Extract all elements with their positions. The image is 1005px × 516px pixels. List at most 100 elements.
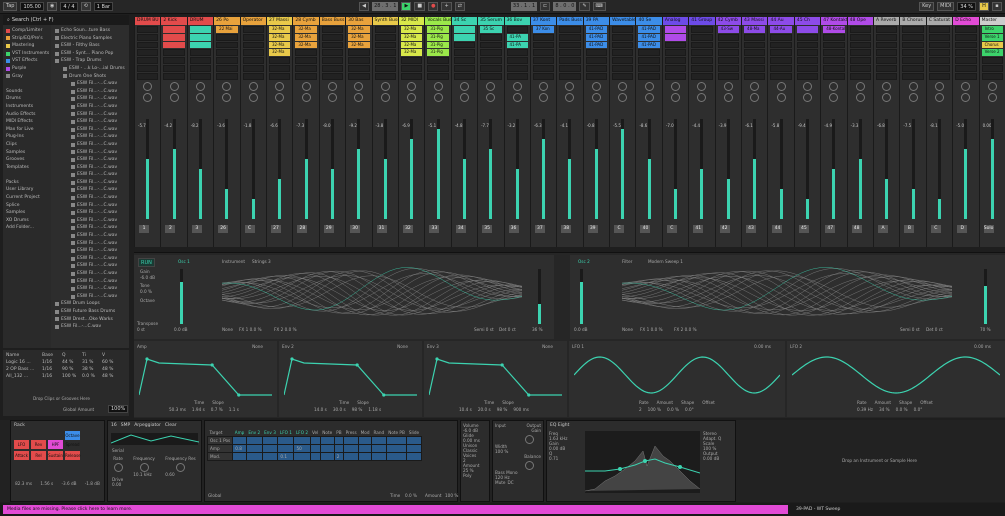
transpose-value[interactable]: 0 st [137,327,145,332]
send-knob[interactable] [248,81,258,91]
matrix-cell[interactable] [261,436,279,445]
clip-slot-empty[interactable] [717,64,740,72]
quantize-field[interactable]: 1 Bar [93,2,114,11]
arp-freq-value[interactable]: 10.1 kHz [133,472,155,477]
matrix-cell[interactable]: 50 [293,444,311,453]
browser-place-item[interactable]: Samples [3,149,51,157]
track-volume-value[interactable]: -6.8 [877,123,885,128]
track-volume-value[interactable]: -0.8 [587,123,595,128]
clip-slot-filled[interactable]: 31-Pig [427,49,449,57]
clip-slot-empty[interactable] [638,64,660,72]
browser-place-item[interactable]: Audio Effects [3,111,51,119]
send-knob[interactable] [512,81,522,91]
browser-place-item[interactable]: Add Folder... [3,224,51,232]
clip-slot-empty[interactable] [321,72,344,80]
send-knob[interactable] [275,92,285,102]
clip-slot-filled[interactable]: 48-Kontakt [823,26,845,33]
clip-slot-empty[interactable] [400,57,423,64]
matrix-cell[interactable] [319,452,335,461]
clip-slot-empty[interactable] [612,72,634,80]
clip-slot-empty[interactable] [717,57,740,64]
osc1-category[interactable]: Instrument [222,259,245,264]
clip-slot-empty[interactable] [163,72,185,80]
send-knob[interactable] [935,92,944,102]
osc1-detune[interactable]: Det 0 ct [499,327,516,332]
send-knob[interactable] [354,92,364,102]
browser-file-item[interactable]: ESW Fil...-...C.wav [51,270,129,278]
send-knob[interactable] [301,81,311,91]
send-knob[interactable] [591,81,601,91]
clip-slot-empty[interactable] [796,33,819,41]
matrix-cell[interactable] [293,436,311,445]
track-header[interactable]: 27 Massi [266,17,293,25]
track-activator-button[interactable]: 2 [165,225,176,233]
browser-place-item[interactable] [3,80,51,88]
time-signature-field[interactable]: 4 / 4 [60,2,78,11]
clip-slot-empty[interactable] [480,72,502,80]
track-volume-value[interactable]: -5.5 [613,123,621,128]
send-knob[interactable] [908,92,918,102]
clip-slot-empty[interactable] [717,41,740,49]
amount-value[interactable]: 100 % [445,493,458,498]
matrix-cell[interactable] [309,452,321,461]
clip-slot-empty[interactable] [321,33,344,41]
clip-slot-empty[interactable] [216,72,238,80]
track-volume-value[interactable]: -6.1 [745,123,753,128]
matrix-cell[interactable] [261,452,279,461]
clip-slot-empty[interactable] [321,49,344,57]
clip-slot-empty[interactable] [849,41,872,49]
clip-slot-empty[interactable] [216,33,238,41]
clip-slot-empty[interactable] [242,72,264,80]
clip-slot-empty[interactable] [480,64,502,72]
track-activator-button[interactable]: 39 [587,225,598,233]
matrix-cell[interactable] [358,452,372,461]
matrix-cell[interactable] [319,436,335,445]
browser-file-item[interactable]: ESW Fil...-...C.wav [51,149,129,157]
clip-slot-filled[interactable]: 32-Ma [400,41,423,49]
global-amount-field[interactable]: 100% [108,405,129,413]
clip-slot-filled[interactable]: 32-Ma [295,26,317,33]
clip-slot-empty[interactable] [638,57,660,64]
groove-row[interactable]: 2 OP Bass ... 1/16 90 % 38 % 48 % [6,366,126,373]
clip-slot-empty[interactable] [321,26,344,33]
send-knob[interactable] [486,92,496,102]
matrix-cell[interactable] [406,444,422,453]
clip-slot-filled[interactable]: 32-Ma [400,49,423,57]
send-knob[interactable] [301,92,311,102]
mute-button[interactable]: Mute [495,480,506,485]
track-volume-value[interactable]: -8.0 [323,123,331,128]
clip-slot-filled[interactable]: 32-Ma [295,33,317,41]
arp-rate-knob[interactable] [113,463,123,472]
track-activator-button[interactable]: 32 [402,225,413,233]
track-volume-value[interactable]: -5.0 [956,123,964,128]
matrix-cell[interactable] [385,444,408,453]
browser-file-item[interactable]: ESW Fil...-...C.wav [51,133,129,141]
clip-slot-empty[interactable] [559,26,581,33]
track-header[interactable]: Bass Buss [319,17,346,25]
clip-slot-filled[interactable] [796,26,819,33]
track-header[interactable]: 30 Bas [346,17,372,25]
punch-icon[interactable]: ⊏ [540,2,551,11]
track-header[interactable]: D Echo [953,17,979,25]
macro-value[interactable]: 1.56 s [40,481,53,486]
clip-slot-empty[interactable] [374,72,396,80]
track-header[interactable]: DRUM BU [135,17,161,25]
matrix-row-target[interactable]: Osc 1 Pos [206,436,234,445]
clip-slot-empty[interactable] [744,33,766,41]
clip-slot-empty[interactable] [268,57,291,64]
clip-slot-filled[interactable]: 41-PAD [638,33,660,41]
position-field[interactable]: 28 . 3 . 1 [372,2,399,11]
clip-slot-empty[interactable] [506,72,528,80]
clip-slot-empty[interactable] [137,41,159,49]
osc2-category[interactable]: Filter [622,259,632,264]
clip-slot-empty[interactable] [823,33,845,41]
clip-slot-empty[interactable] [400,64,423,72]
track-volume-value[interactable]: -3.3 [851,123,859,128]
track-activator-button[interactable]: 34 [455,225,466,233]
track-volume-value[interactable]: -4.4 [692,123,700,128]
browser-file-item[interactable]: ESW - Trap Drums [51,57,129,65]
lfo1-param-value[interactable]: 2 [639,407,642,412]
clip-slot-filled[interactable]: 32-Ma [295,41,317,49]
clip-slot-empty[interactable] [480,33,502,41]
arp-res-value[interactable]: 0.60 [165,472,195,477]
